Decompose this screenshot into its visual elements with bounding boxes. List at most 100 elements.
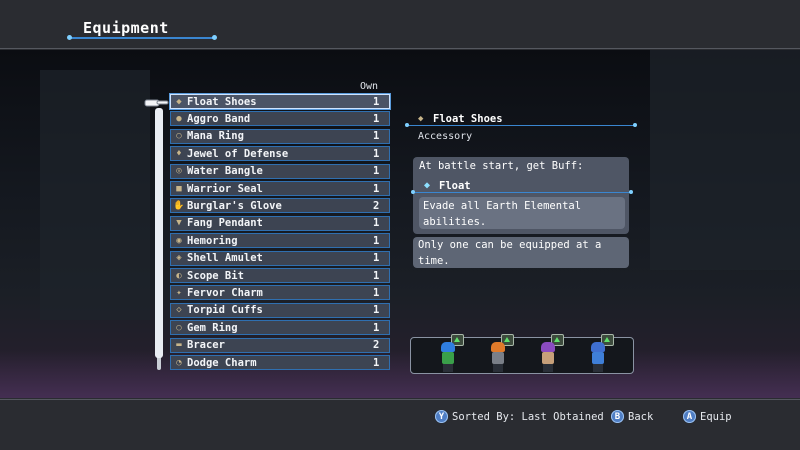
shoe-icon: ◆ (418, 114, 424, 124)
b-button-icon: B (611, 410, 624, 423)
character-head (491, 342, 505, 352)
equip-control[interactable]: A Equip (683, 410, 732, 423)
party-preview (410, 334, 634, 374)
list-item[interactable]: ◔ Dodge Charm 1 (170, 355, 390, 370)
character-legs (493, 364, 503, 372)
scope-icon: ◐ (176, 270, 182, 281)
item-count: 1 (373, 304, 380, 317)
item-count: 1 (373, 321, 380, 334)
list-item[interactable]: ◆ Float Shoes 1 (170, 94, 390, 109)
character-body (492, 352, 504, 364)
item-count: 2 (373, 199, 380, 212)
item-name: Warrior Seal (187, 182, 263, 195)
item-name: Water Bangle (187, 165, 263, 178)
back-control[interactable]: B Back (611, 410, 653, 423)
list-item[interactable]: ◇ Torpid Cuffs 1 (170, 302, 390, 318)
party-member-2 (483, 334, 514, 373)
item-count: 1 (373, 130, 380, 143)
buff-divider (411, 190, 633, 194)
list-item[interactable]: ✋ Burglar's Glove 2 (170, 198, 390, 214)
background-pillar (40, 70, 150, 320)
item-name: Shell Amulet (187, 252, 263, 265)
list-item[interactable]: ▼ Fang Pendant 1 (170, 215, 390, 231)
y-button-icon: Y (435, 410, 448, 423)
item-count: 1 (373, 356, 380, 369)
background-structure (650, 50, 800, 270)
character-head (541, 342, 555, 352)
item-count: 1 (373, 269, 380, 282)
item-name: Aggro Band (187, 112, 251, 125)
item-name: Hemoring (187, 234, 238, 247)
title-underline (67, 35, 217, 40)
item-count: 1 (373, 286, 380, 299)
item-name: Torpid Cuffs (187, 304, 263, 317)
item-count: 2 (373, 339, 380, 352)
list-item[interactable]: ♦ Jewel of Defense 1 (170, 146, 390, 162)
list-item[interactable]: ✦ Fervor Charm 1 (170, 285, 390, 301)
bangle-icon: ◎ (176, 166, 182, 177)
page-title: Equipment (83, 19, 169, 37)
footer-bar (0, 398, 800, 450)
list-item[interactable]: ○ Mana Ring 1 (170, 128, 390, 144)
item-name: Float Shoes (187, 95, 257, 108)
charm-icon: ◔ (176, 357, 182, 368)
item-name: Jewel of Defense (187, 147, 289, 160)
item-name: Burglar's Glove (187, 199, 282, 212)
list-item[interactable]: ◐ Scope Bit 1 (170, 268, 390, 283)
list-item[interactable]: ● Aggro Band 1 (170, 111, 390, 127)
item-name: Mana Ring (187, 130, 244, 143)
list-item[interactable]: ▬ Bracer 2 (170, 337, 390, 353)
item-count: 1 (373, 112, 380, 125)
detail-item-type: Accessory (418, 131, 473, 142)
party-member-3 (533, 334, 564, 373)
character-legs (543, 364, 553, 372)
equip-label: Equip (700, 410, 732, 423)
effect-intro-text: At battle start, get Buff: (419, 160, 584, 172)
item-count: 1 (373, 95, 380, 108)
item-count: 1 (373, 147, 380, 160)
buff-description: Evade all Earth Elemental abilities. (423, 200, 582, 228)
character-legs (593, 364, 603, 372)
scrollbar-thumb[interactable] (155, 108, 163, 358)
list-item[interactable]: ■ Warrior Seal 1 (170, 181, 390, 196)
character-body (542, 352, 554, 364)
item-count: 1 (373, 182, 380, 195)
sort-label: Sorted By: Last Obtained (452, 410, 604, 423)
pendant-icon: ▼ (176, 218, 182, 229)
back-label: Back (628, 410, 654, 423)
item-name: Scope Bit (187, 269, 244, 282)
item-count: 1 (373, 252, 380, 265)
buff-name: Float (439, 180, 471, 192)
sort-control[interactable]: Y Sorted By: Last Obtained (435, 410, 604, 423)
footer-divider (0, 399, 800, 400)
item-count: 1 (373, 165, 380, 178)
shoe-icon: ◆ (176, 96, 182, 107)
a-button-icon: A (683, 410, 696, 423)
item-name: Fervor Charm (187, 286, 263, 299)
character-body (592, 352, 604, 364)
detail-divider (405, 123, 637, 127)
seal-icon: ■ (176, 183, 182, 194)
glove-icon: ✋ (173, 200, 185, 211)
background-glow (0, 350, 800, 398)
bracer-icon: ▬ (176, 340, 182, 351)
cuffs-icon: ◇ (176, 305, 182, 316)
character-head (591, 342, 605, 352)
detail-item-name: Float Shoes (433, 113, 503, 125)
item-name: Bracer (187, 339, 225, 352)
list-item[interactable]: ◉ Hemoring 1 (170, 233, 390, 249)
item-count: 1 (373, 217, 380, 230)
ring-icon: ◉ (176, 235, 182, 246)
character-body (442, 352, 454, 364)
list-item[interactable]: ◎ Water Bangle 1 (170, 163, 390, 179)
crystal-icon: ◆ (424, 180, 431, 191)
list-item[interactable]: ○ Gem Ring 1 (170, 320, 390, 336)
ring-icon: ○ (176, 322, 182, 333)
background-scene (0, 50, 800, 398)
ring-icon: ○ (176, 131, 182, 142)
party-member-1 (433, 334, 464, 373)
item-name: Dodge Charm (187, 356, 257, 369)
item-name: Fang Pendant (187, 217, 263, 230)
character-legs (443, 364, 453, 372)
list-item[interactable]: ◈ Shell Amulet 1 (170, 250, 390, 266)
